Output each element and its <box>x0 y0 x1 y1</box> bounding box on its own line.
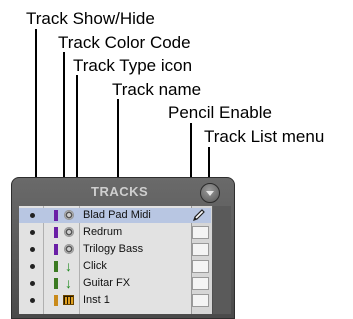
track-color-code <box>54 295 58 306</box>
track-list: Blad Pad Midi Redrum Trilogy Bass ↓ Click ↓ Gu… <box>19 206 212 314</box>
track-name: Inst 1 <box>83 294 110 306</box>
track-show-hide-dot-icon[interactable] <box>30 230 35 235</box>
track-row[interactable]: Redrum <box>19 225 211 240</box>
track-name: Trilogy Bass <box>83 243 144 255</box>
tracks-panel-title: TRACKS <box>91 184 149 199</box>
pencil-enable-toggle[interactable] <box>192 243 209 256</box>
track-color-code <box>54 244 58 255</box>
track-show-hide-dot-icon[interactable] <box>30 264 35 269</box>
track-show-hide-dot-icon[interactable] <box>30 213 35 218</box>
aux-icon <box>64 227 74 237</box>
track-row[interactable]: Inst 1 <box>19 293 211 308</box>
track-row[interactable]: ↓ Click <box>19 259 211 274</box>
track-name: Click <box>83 260 107 272</box>
track-show-hide-dot-icon[interactable] <box>30 247 35 252</box>
track-color-code <box>54 227 58 238</box>
callout-pencil-enable: Pencil Enable <box>168 103 272 122</box>
track-name: Guitar FX <box>83 277 131 289</box>
callout-track-list-menu: Track List menu <box>204 127 325 146</box>
audio-arrow-icon: ↓ <box>65 275 72 291</box>
pencil-enable-toggle[interactable] <box>192 260 209 273</box>
instrument-keyboard-icon <box>63 295 74 305</box>
callout-track-color-code: Track Color Code <box>58 33 191 52</box>
track-row[interactable]: Blad Pad Midi <box>19 208 211 223</box>
callout-track-type-icon: Track Type icon <box>73 56 193 75</box>
pencil-icon <box>193 209 205 221</box>
track-show-hide-dot-icon[interactable] <box>30 281 35 286</box>
track-color-code <box>54 261 58 272</box>
track-show-hide-dot-icon[interactable] <box>30 298 35 303</box>
track-name: Redrum <box>83 226 123 238</box>
tracks-panel: TRACKS Blad Pad Midi Redrum Trilogy Bass ↓ C… <box>11 177 235 319</box>
pencil-enable-toggle[interactable] <box>192 226 209 239</box>
pencil-enable-toggle[interactable] <box>192 277 209 290</box>
aux-icon <box>64 210 74 220</box>
audio-arrow-icon: ↓ <box>65 258 72 274</box>
track-color-code <box>54 278 58 289</box>
aux-icon <box>64 244 74 254</box>
track-name: Blad Pad Midi <box>83 209 151 221</box>
pencil-enable-toggle[interactable] <box>192 209 209 222</box>
scrollbar[interactable] <box>213 206 231 314</box>
track-color-code <box>54 210 58 221</box>
chevron-down-icon <box>206 191 214 196</box>
callout-track-show-hide: Track Show/Hide <box>26 9 155 28</box>
pencil-enable-toggle[interactable] <box>192 294 209 307</box>
track-row[interactable]: Trilogy Bass <box>19 242 211 257</box>
track-row[interactable]: ↓ Guitar FX <box>19 276 211 291</box>
callout-track-name: Track name <box>112 80 202 99</box>
track-list-menu-button[interactable] <box>200 183 220 203</box>
